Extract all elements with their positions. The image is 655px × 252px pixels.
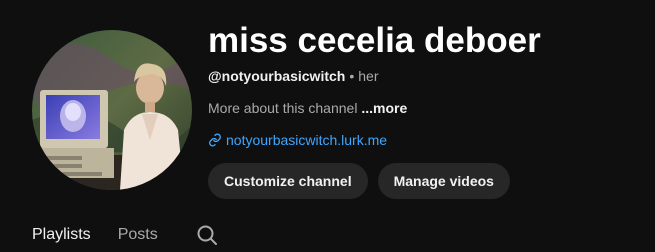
channel-tabs: Playlists Posts xyxy=(32,220,219,250)
channel-handle: @notyourbasicwitch xyxy=(208,68,346,84)
search-icon[interactable] xyxy=(195,223,219,247)
channel-header: miss cecelia deboer @notyourbasicwitch • h… xyxy=(0,0,655,252)
manage-videos-button[interactable]: Manage videos xyxy=(377,163,510,199)
customize-channel-button[interactable]: Customize channel xyxy=(208,163,368,199)
channel-info: miss cecelia deboer @notyourbasicwitch • h… xyxy=(208,20,541,199)
link-icon xyxy=(208,133,222,147)
meta-separator: • xyxy=(349,68,355,84)
avatar-image xyxy=(32,30,192,190)
about-text: More about this channel xyxy=(208,100,358,116)
channel-actions: Customize channel Manage videos xyxy=(208,163,510,199)
tab-playlists[interactable]: Playlists xyxy=(32,226,91,244)
channel-avatar[interactable] xyxy=(32,30,192,190)
tab-posts[interactable]: Posts xyxy=(118,226,158,244)
channel-meta: @notyourbasicwitch • her xyxy=(208,68,378,84)
about-channel-link[interactable]: More about this channel ...more xyxy=(208,100,407,116)
channel-external-link[interactable]: notyourbasicwitch.lurk.me xyxy=(208,132,387,148)
channel-pronouns: her xyxy=(358,68,379,84)
link-text: notyourbasicwitch.lurk.me xyxy=(226,132,388,148)
more-link[interactable]: ...more xyxy=(361,100,407,116)
channel-name: miss cecelia deboer xyxy=(208,21,541,60)
